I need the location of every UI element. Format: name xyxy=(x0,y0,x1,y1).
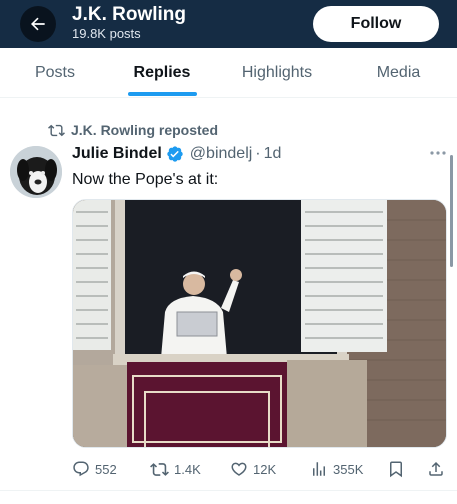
reply-button[interactable]: 552 xyxy=(72,457,117,481)
share-button[interactable] xyxy=(427,457,445,481)
reply-count: 552 xyxy=(95,461,117,477)
repost-icon xyxy=(150,462,169,476)
tab-replies[interactable]: Replies xyxy=(110,48,214,98)
follow-button[interactable]: Follow xyxy=(313,6,439,42)
like-button[interactable]: 12K xyxy=(230,457,276,481)
tweet-text: Now the Pope's at it: xyxy=(72,171,219,188)
profile-tabs: Posts Replies Highlights Media xyxy=(0,48,457,98)
share-icon xyxy=(429,461,443,476)
like-count: 12K xyxy=(253,461,277,477)
verified-badge-icon xyxy=(166,145,184,163)
tweet-timestamp[interactable]: 1d xyxy=(264,145,282,163)
repost-label: J.K. Rowling reposted xyxy=(71,122,219,138)
views-chart-icon xyxy=(313,462,325,476)
repost-icon xyxy=(48,124,65,136)
dog-avatar-icon xyxy=(10,146,62,198)
tweet-media-image[interactable] xyxy=(72,199,447,448)
avatar[interactable] xyxy=(10,146,62,198)
tweet-author-row: Julie Bindel @bindelj · 1d xyxy=(72,143,281,165)
arrow-left-icon xyxy=(31,17,45,31)
views-button[interactable]: 355K xyxy=(310,457,363,481)
pope-balcony-photo-icon xyxy=(73,200,446,447)
tab-posts[interactable]: Posts xyxy=(0,48,110,98)
back-button[interactable] xyxy=(20,6,56,42)
author-name[interactable]: Julie Bindel xyxy=(72,145,162,163)
scrollbar[interactable] xyxy=(450,155,453,267)
heart-icon xyxy=(231,462,247,476)
author-handle[interactable]: @bindelj xyxy=(190,145,253,163)
views-count: 355K xyxy=(333,461,364,477)
tab-media[interactable]: Media xyxy=(340,48,457,98)
bookmark-button[interactable] xyxy=(387,457,405,481)
tab-highlights[interactable]: Highlights xyxy=(214,48,340,98)
tweet-actions: 552 1.4K 12K 355K xyxy=(0,455,457,483)
active-tab-indicator xyxy=(128,92,197,96)
posts-count: 19.8K posts xyxy=(72,26,141,41)
repost-count: 1.4K xyxy=(174,461,201,477)
divider xyxy=(0,490,457,491)
profile-header: J.K. Rowling 19.8K posts Follow xyxy=(0,0,457,48)
repost-indicator[interactable]: J.K. Rowling reposted xyxy=(48,120,218,140)
profile-name: J.K. Rowling xyxy=(72,4,186,25)
bookmark-icon xyxy=(390,461,402,478)
reply-icon xyxy=(73,461,89,477)
repost-button[interactable]: 1.4K xyxy=(150,457,201,481)
separator-dot: · xyxy=(255,145,261,162)
more-options-icon[interactable] xyxy=(428,146,448,160)
